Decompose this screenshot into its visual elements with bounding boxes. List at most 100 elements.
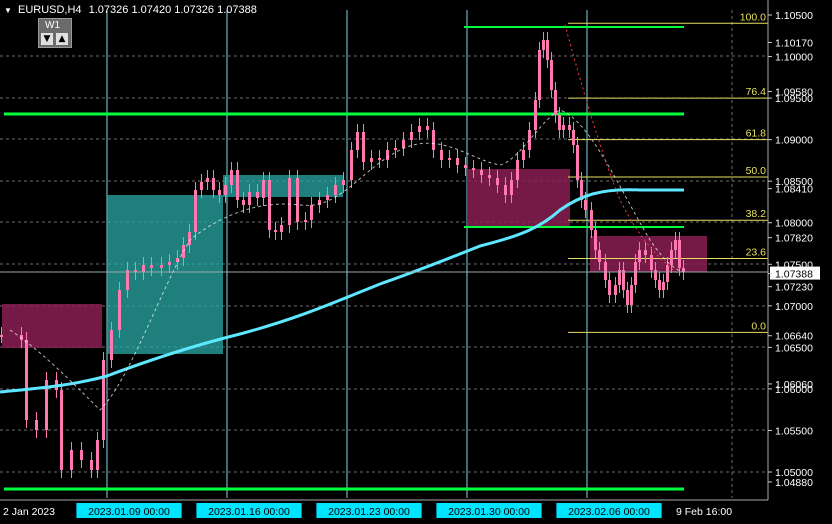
candle-body xyxy=(448,158,451,160)
candle-body xyxy=(546,40,549,60)
candle-body xyxy=(572,130,575,145)
candle-body xyxy=(194,190,197,232)
candle-body xyxy=(90,460,93,470)
time-axis-label-2: 2023.01.16 00:00 xyxy=(208,506,290,518)
candle-body xyxy=(550,60,553,90)
candle-body xyxy=(304,220,307,222)
fib-label-38.2: 38.2 xyxy=(746,208,767,220)
time-axis[interactable]: 2 Jan 2023 2023.01.09 00:00 2023.01.16 00:… xyxy=(3,503,732,518)
candle-body xyxy=(534,100,537,130)
candle-body xyxy=(288,178,291,225)
price-axis-label-14: 1.06640 xyxy=(775,331,813,343)
candle-body xyxy=(440,150,443,160)
candle-body xyxy=(472,168,475,170)
chart-title: ▼ EURUSD,H4 1.07326 1.07420 1.07326 1.07… xyxy=(4,4,257,16)
candle-body xyxy=(538,50,541,100)
candle-body xyxy=(70,450,73,470)
price-axis-label-5: 1.09000 xyxy=(775,135,813,147)
candle-body xyxy=(110,330,113,360)
candle-body xyxy=(418,126,421,132)
price-axis-label-7: 1.08410 xyxy=(775,184,813,196)
chevron-down-icon[interactable]: ▼ xyxy=(41,33,53,45)
candle-body xyxy=(576,145,579,180)
candle-body xyxy=(558,115,561,130)
candle-body xyxy=(150,265,153,268)
candle-body xyxy=(542,40,545,50)
time-axis-label-3: 2023.01.23 00:00 xyxy=(328,506,410,518)
candle-body xyxy=(80,450,83,460)
candle-body xyxy=(242,200,245,205)
candle-body xyxy=(666,265,669,282)
demand-zone-box[interactable] xyxy=(107,195,223,354)
candle-body xyxy=(262,180,265,198)
candle-body xyxy=(496,178,499,185)
price-chart[interactable]: 100.0 76.4 61.8 50.0 38.2 23.6 0.0 1.10500 1.10… xyxy=(0,0,832,524)
candle-body xyxy=(230,170,233,185)
candle-body xyxy=(248,192,251,205)
candle-body xyxy=(142,265,145,272)
candle-body xyxy=(296,178,299,222)
candle-body xyxy=(334,185,337,195)
time-axis-label-4: 2023.01.30 00:00 xyxy=(448,506,530,518)
candle-body xyxy=(326,195,329,200)
price-axis-label-11: 1.07388 xyxy=(775,269,813,281)
candle-body xyxy=(626,290,629,305)
fib-label-76.4: 76.4 xyxy=(746,86,767,98)
candle-body xyxy=(670,250,673,265)
price-axis-label-18: 1.05500 xyxy=(775,425,813,437)
candle-body xyxy=(622,270,625,290)
candle-body xyxy=(102,360,105,440)
candle-body xyxy=(658,280,661,290)
price-axis-label-15: 1.06500 xyxy=(775,342,813,354)
ohlc-values: 1.07326 1.07420 1.07326 1.07388 xyxy=(88,4,257,16)
candle-body xyxy=(362,132,365,162)
menu-triangle-icon[interactable]: ▼ xyxy=(4,6,12,15)
time-axis-label-1: 2023.01.09 00:00 xyxy=(88,506,170,518)
candle-body xyxy=(674,240,677,250)
candle-body xyxy=(212,178,215,190)
candle-body xyxy=(464,165,467,168)
candle-body xyxy=(188,232,191,245)
candle-body xyxy=(126,270,129,290)
supply-zone-box[interactable] xyxy=(2,304,102,348)
candle-body xyxy=(528,130,531,150)
time-axis-label-6: 9 Feb 16:00 xyxy=(676,506,732,518)
candle-body xyxy=(594,230,597,250)
candle-body xyxy=(568,125,571,130)
candle-body xyxy=(638,250,641,262)
candle-body xyxy=(200,182,203,190)
candle-body xyxy=(634,262,637,285)
symbol-title: EURUSD,H4 xyxy=(17,4,82,16)
candle-body xyxy=(218,190,221,195)
time-axis-label-5: 2023.02.06 00:00 xyxy=(568,506,650,518)
fib-label-23.6: 23.6 xyxy=(746,246,767,258)
candle-body xyxy=(510,180,513,195)
fib-label-100.0: 100.0 xyxy=(740,11,766,23)
price-axis-label-12: 1.07230 xyxy=(775,282,813,294)
candle-body xyxy=(256,192,259,198)
candle-body xyxy=(168,262,171,265)
candle-body xyxy=(554,90,557,115)
fib-label-0.0: 0.0 xyxy=(751,320,766,332)
fib-label-61.8: 61.8 xyxy=(746,128,767,140)
candle-body xyxy=(504,185,507,195)
price-axis-label-9: 1.07820 xyxy=(775,233,813,245)
candle-body xyxy=(678,240,681,268)
candle-body xyxy=(562,125,565,130)
price-axis-label-1: 1.10170 xyxy=(775,37,813,49)
candle-body xyxy=(394,148,397,150)
chevron-up-icon[interactable]: ▲ xyxy=(56,33,68,45)
supply-zone-box-3[interactable] xyxy=(590,236,707,272)
candle-body xyxy=(488,175,491,178)
candle-body xyxy=(206,178,209,182)
candle-body xyxy=(604,262,607,280)
candle-body xyxy=(342,180,345,185)
demand-zone-box-2[interactable] xyxy=(223,175,343,197)
candle-body xyxy=(590,210,593,230)
candle-body xyxy=(662,282,665,290)
timeframe-switcher[interactable]: W1 ▼ ▲ xyxy=(38,18,72,48)
candle-body xyxy=(614,285,617,295)
candle-body xyxy=(516,160,519,180)
candle-body xyxy=(0,335,3,337)
candle-body xyxy=(370,158,373,162)
